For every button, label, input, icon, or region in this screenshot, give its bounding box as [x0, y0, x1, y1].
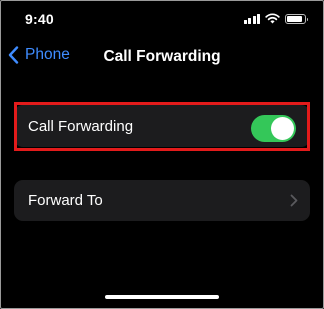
page-title: Call Forwarding — [103, 48, 221, 65]
chevron-right-icon — [290, 194, 298, 207]
navigation-bar: Phone Call Forwarding — [0, 40, 324, 74]
highlight-box — [14, 102, 310, 151]
home-indicator[interactable] — [105, 295, 219, 299]
forward-to-row[interactable]: Forward To — [14, 180, 310, 221]
battery-icon — [285, 13, 308, 24]
signal-icon — [243, 13, 260, 24]
status-bar: 9:40 — [0, 0, 324, 34]
status-time: 9:40 — [25, 11, 54, 27]
status-icons — [243, 13, 308, 24]
wifi-icon — [265, 13, 280, 24]
forward-to-label: Forward To — [28, 192, 103, 209]
